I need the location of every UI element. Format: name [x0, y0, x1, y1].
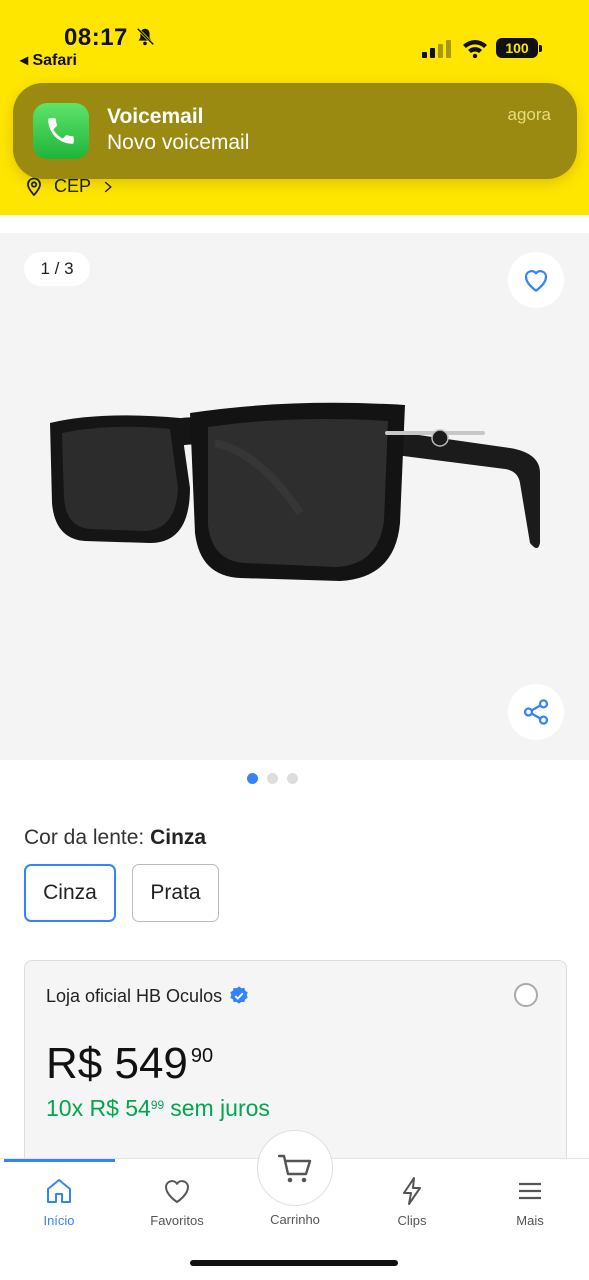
seller-name-row: Loja oficial HB Oculos	[46, 985, 250, 1007]
back-to-safari-link[interactable]: ◂ Safari	[20, 50, 77, 70]
installments-cents: 99	[150, 1098, 165, 1112]
notification-body: Novo voicemail	[107, 131, 250, 154]
nav-home[interactable]: Início	[0, 1175, 118, 1228]
nav-favorites[interactable]: Favoritos	[118, 1175, 236, 1228]
nav-clips[interactable]: Clips	[353, 1175, 471, 1228]
wifi-icon	[463, 40, 487, 58]
cellular-signal-icon	[422, 40, 451, 58]
lens-option-cinza[interactable]: Cinza	[24, 864, 116, 922]
heart-icon	[524, 270, 548, 292]
menu-icon	[519, 1182, 541, 1200]
cep-location-link[interactable]: CEP	[24, 176, 115, 197]
nav-more-label: Mais	[516, 1213, 544, 1228]
cart-icon	[277, 1154, 312, 1183]
nav-cart-button[interactable]	[257, 1130, 333, 1206]
product-image-gallery[interactable]: 1 / 3	[0, 233, 589, 760]
lens-option-prata[interactable]: Prata	[132, 864, 219, 922]
sunglasses-product-image	[50, 402, 540, 581]
status-time: 08:17	[64, 24, 128, 51]
cep-label: CEP	[54, 176, 92, 196]
price-cents: 90	[190, 1045, 214, 1067]
chevron-right-icon	[104, 181, 112, 192]
gallery-dot-3[interactable]	[287, 773, 298, 784]
silent-bell-icon	[136, 27, 155, 46]
nav-home-label: Início	[43, 1213, 75, 1228]
status-bar: 08:17 ◂ Safari 100	[0, 0, 589, 70]
installments-suffix: sem juros	[170, 1095, 270, 1121]
lightning-icon	[403, 1177, 421, 1205]
voicemail-notification[interactable]: Voicemail Novo voicemail agora	[13, 83, 577, 179]
installments-prefix: 10x R$ 54	[46, 1095, 151, 1121]
nav-cart-label: Carrinho	[270, 1212, 320, 1227]
installments-info: 10x R$ 54 99 sem juros	[46, 1095, 270, 1122]
notification-time: agora	[507, 105, 551, 124]
heart-icon	[165, 1180, 189, 1203]
nav-favorites-label: Favoritos	[150, 1213, 204, 1228]
gallery-page-dots	[247, 773, 298, 784]
product-price: R$ 549 90	[46, 1039, 213, 1089]
lens-color-label: Cor da lente: Cinza	[24, 826, 206, 850]
home-indicator-bar	[190, 1260, 398, 1266]
favorite-button[interactable]	[508, 252, 564, 308]
gallery-dot-2[interactable]	[267, 773, 278, 784]
lens-color-selected: Cinza	[150, 826, 207, 849]
image-counter: 1 / 3	[24, 252, 90, 286]
active-tab-indicator	[4, 1159, 115, 1162]
price-main: R$ 549	[46, 1039, 188, 1088]
gallery-dot-1[interactable]	[247, 773, 258, 784]
phone-app-icon	[33, 103, 89, 159]
nav-more[interactable]: Mais	[471, 1175, 589, 1228]
home-icon	[47, 1179, 71, 1203]
share-icon	[523, 699, 549, 725]
seller-select-radio[interactable]	[514, 983, 538, 1007]
notification-title: Voicemail	[107, 105, 204, 128]
verified-badge-icon	[230, 986, 248, 1004]
lens-color-prefix: Cor da lente:	[24, 826, 151, 849]
nav-clips-label: Clips	[397, 1213, 427, 1228]
seller-name: Loja oficial HB Oculos	[46, 985, 223, 1006]
battery-indicator: 100	[496, 38, 542, 58]
location-pin-icon	[27, 177, 41, 196]
share-button[interactable]	[508, 684, 564, 740]
